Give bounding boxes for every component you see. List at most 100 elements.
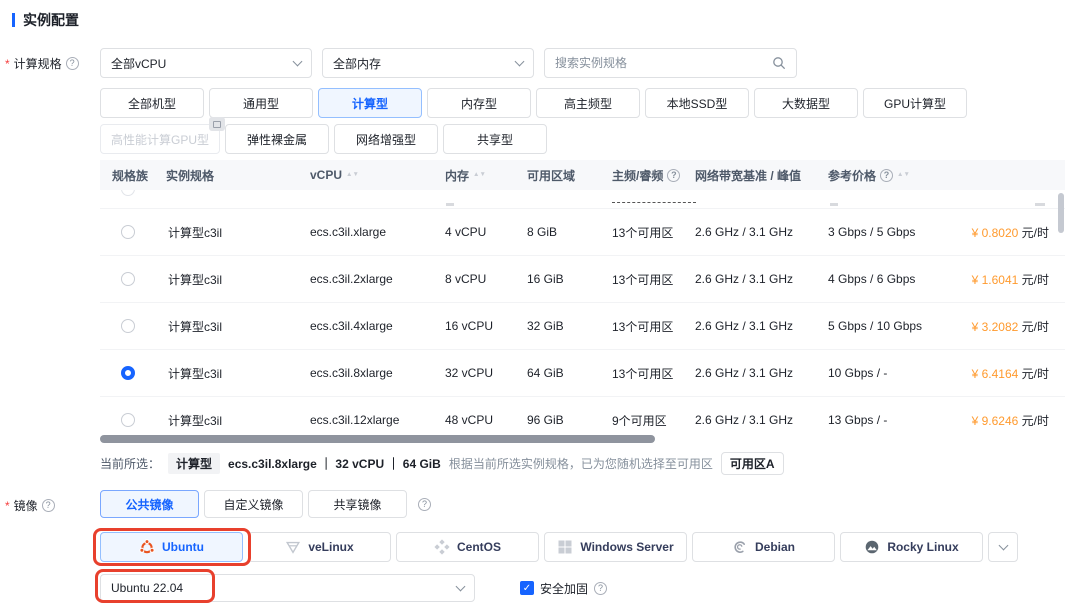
cell-bandwidth: 10 Gbps / - [818, 366, 952, 380]
current-selection-summary: 当前所选： 计算型 ecs.c3il.8xlarge ｜ 32 vCPU ｜ 6… [100, 452, 784, 475]
required-mark: * [5, 499, 10, 513]
price-value: ¥ 1.6041 [972, 273, 1019, 287]
price-unit: 元/时 [1022, 320, 1049, 334]
cell-vcpu: 4 vCPU [435, 225, 517, 239]
row-radio[interactable] [121, 272, 135, 286]
security-hardening-checkbox[interactable] [520, 581, 534, 595]
family-tab[interactable]: 弹性裸金属 [225, 124, 329, 154]
os-option[interactable]: Windows Server [544, 532, 687, 562]
price-unit: 元/时 [1022, 273, 1049, 287]
spec-search-input[interactable] [555, 56, 755, 70]
ubuntu-logo-icon [139, 539, 155, 555]
os-option[interactable]: CentOS [396, 532, 539, 562]
vcpu-select[interactable]: 全部vCPU [100, 48, 312, 78]
os-option[interactable]: Rocky Linux [840, 532, 983, 562]
help-icon[interactable] [880, 169, 893, 182]
family-tab[interactable]: 高主频型 [536, 88, 640, 118]
row-radio[interactable] [121, 413, 135, 427]
table-rows: 计算型c3il ecs.c3il.xlarge 4 vCPU 8 GiB 13个… [100, 209, 1065, 433]
security-hardening-group: 安全加固 [520, 580, 607, 597]
cell-freq: 2.6 GHz / 3.1 GHz [685, 366, 818, 380]
debian-logo-icon [732, 539, 748, 555]
sort-icon[interactable]: ▲▼ [346, 173, 359, 177]
column-header: 实例规格 [156, 167, 300, 184]
memory-select[interactable]: 全部内存 [322, 48, 534, 78]
sort-icon[interactable]: ▲▼ [897, 173, 910, 177]
family-tab[interactable]: 全部机型 [100, 88, 204, 118]
radio-clipped [121, 190, 135, 196]
image-tab[interactable]: 共享镜像 [308, 490, 407, 518]
help-icon[interactable] [66, 57, 79, 70]
cell-bandwidth: 4 Gbps / 6 Gbps [818, 272, 952, 286]
table-row[interactable]: 计算型c3il ecs.c3il.8xlarge 32 vCPU 64 GiB … [100, 350, 1065, 397]
cell-bandwidth: 3 Gbps / 5 Gbps [818, 225, 952, 239]
family-tabs-row1: 全部机型 通用型 计算型 内存型 高主频型 本地SSD型 大数据型 [100, 88, 967, 118]
family-tab[interactable]: 高性能计算GPU型 [100, 124, 220, 154]
family-tab[interactable]: 计算型 [318, 88, 422, 118]
family-tab[interactable]: 共享型 [443, 124, 547, 154]
help-icon[interactable] [594, 582, 607, 595]
section-title: 实例配置 [12, 10, 79, 30]
image-version-row: Ubuntu 22.04 安全加固 [100, 574, 607, 602]
zones-link[interactable]: 13个可用区 [612, 320, 673, 335]
cell-freq: 2.6 GHz / 3.1 GHz [685, 225, 818, 239]
help-icon[interactable] [667, 169, 680, 182]
price-value: ¥ 6.4164 [972, 367, 1019, 381]
cell-bandwidth: 13 Gbps / - [818, 413, 952, 427]
family-tab[interactable]: 本地SSD型 [645, 88, 749, 118]
family-chip: 计算型 [168, 453, 220, 474]
summary-prefix: 当前所选： [100, 455, 160, 472]
column-header: 可用区域 [517, 167, 602, 184]
family-tab[interactable]: 网络增强型 [334, 124, 438, 154]
table-row[interactable]: 计算型c3il ecs.c3il.xlarge 4 vCPU 8 GiB 13个… [100, 209, 1065, 256]
table-body: 计算型c3il ecs.c3il.xlarge 4 vCPU 8 GiB 13个… [100, 190, 1065, 433]
table-row[interactable]: 计算型c3il ecs.c3il.12xlarge 48 vCPU 96 GiB… [100, 397, 1065, 433]
family-tab[interactable]: GPU计算型 [863, 88, 967, 118]
cell-memory: 32 GiB [517, 319, 602, 333]
price-unit: 元/时 [1022, 414, 1049, 428]
row-radio[interactable] [121, 319, 135, 333]
os-option[interactable]: Ubuntu [100, 532, 243, 562]
sort-icon[interactable]: ▲▼ [473, 173, 486, 177]
help-icon[interactable] [418, 498, 431, 511]
row-radio[interactable] [121, 366, 135, 380]
price-unit: 元/时 [1022, 367, 1049, 381]
family-tab[interactable]: 大数据型 [754, 88, 858, 118]
cell-memory: 96 GiB [517, 413, 602, 427]
image-tab[interactable]: 公共镜像 [100, 490, 199, 518]
cell-vcpu: 8 vCPU [435, 272, 517, 286]
os-options-row: Ubuntu veLinux CentOS Windows Server Deb… [100, 532, 1018, 562]
cell-spec: ecs.c3il.xlarge [300, 225, 435, 239]
spec-search-box[interactable] [544, 48, 797, 78]
cell-memory: 16 GiB [517, 272, 602, 286]
os-option[interactable]: Debian [692, 532, 835, 562]
chevron-down-icon [456, 582, 466, 592]
os-option[interactable]: veLinux [248, 532, 391, 562]
spec-filters: 全部vCPU 全部内存 [100, 48, 797, 78]
family-tabs-row2: 高性能计算GPU型 弹性裸金属 网络增强型 共享型 [100, 124, 547, 154]
table-row[interactable]: 计算型c3il ecs.c3il.4xlarge 16 vCPU 32 GiB … [100, 303, 1065, 350]
zones-link[interactable]: 9个可用区 [612, 414, 667, 429]
vertical-scrollbar[interactable] [1058, 193, 1064, 233]
family-tab[interactable]: 通用型 [209, 88, 313, 118]
table-row[interactable]: 计算型c3il ecs.c3il.2xlarge 8 vCPU 16 GiB 1… [100, 256, 1065, 303]
cell-freq: 2.6 GHz / 3.1 GHz [685, 413, 818, 427]
cell-memory: 8 GiB [517, 225, 602, 239]
corner-badge-icon [209, 117, 225, 131]
horizontal-scrollbar-thumb[interactable] [100, 435, 655, 443]
image-version-select[interactable]: Ubuntu 22.04 [100, 574, 475, 602]
cell-freq: 2.6 GHz / 3.1 GHz [685, 272, 818, 286]
cell-family: 计算型c3il [156, 271, 300, 288]
search-icon [772, 56, 786, 70]
help-icon[interactable] [42, 499, 55, 512]
cell-spec: ecs.c3il.8xlarge [300, 366, 435, 380]
family-tab[interactable]: 内存型 [427, 88, 531, 118]
table-row-clipped [100, 190, 1065, 209]
image-tab[interactable]: 自定义镜像 [204, 490, 303, 518]
more-os-button[interactable] [988, 532, 1018, 562]
row-radio[interactable] [121, 225, 135, 239]
zones-link[interactable]: 13个可用区 [612, 367, 673, 382]
zones-link[interactable]: 13个可用区 [612, 226, 673, 241]
chevron-down-icon [293, 57, 303, 67]
zones-link[interactable]: 13个可用区 [612, 273, 673, 288]
